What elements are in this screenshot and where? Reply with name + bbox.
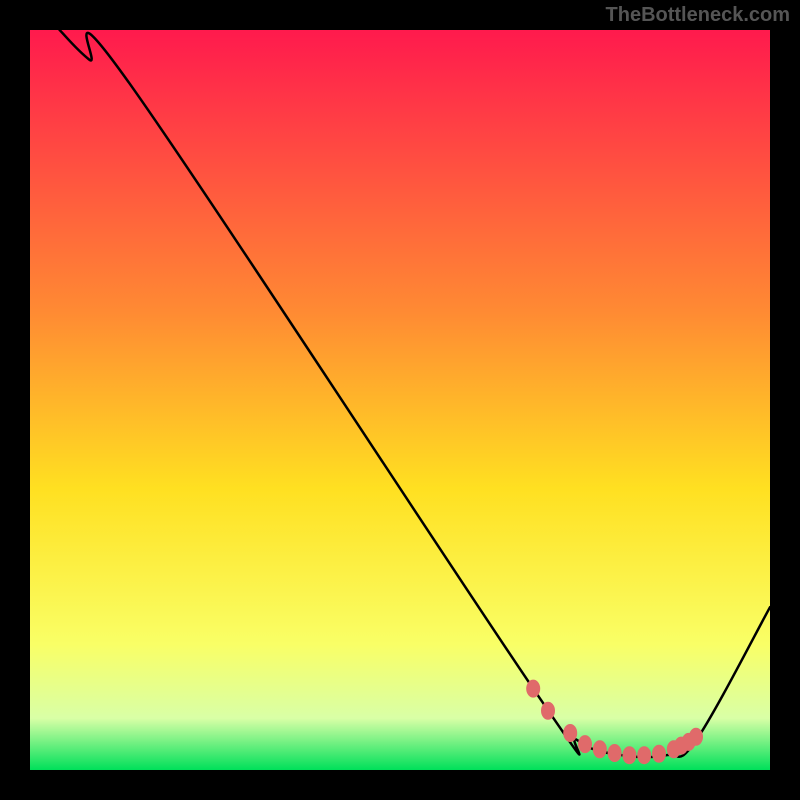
marker-dot (593, 740, 607, 758)
gradient-background (30, 30, 770, 770)
marker-dot (652, 745, 666, 763)
chart-svg (30, 30, 770, 770)
marker-dot (608, 744, 622, 762)
chart-frame: TheBottleneck.com (0, 0, 800, 800)
marker-dot (526, 680, 540, 698)
marker-dot (578, 735, 592, 753)
attribution-label: TheBottleneck.com (606, 4, 790, 27)
plot-area (30, 30, 770, 770)
marker-dot (637, 746, 651, 764)
marker-dot (563, 724, 577, 742)
marker-dot (622, 746, 636, 764)
marker-dot (541, 702, 555, 720)
marker-dot (689, 728, 703, 746)
